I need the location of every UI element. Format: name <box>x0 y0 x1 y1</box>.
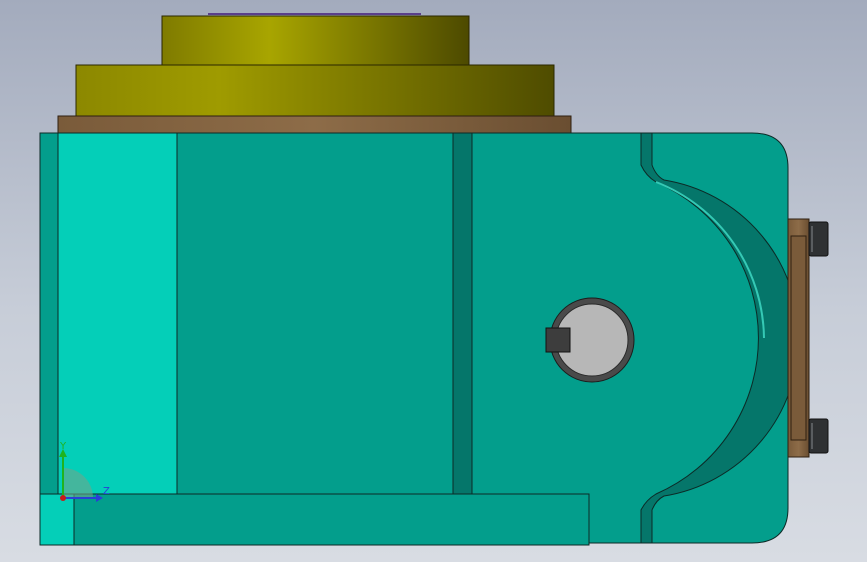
triad-y-label: Y <box>60 441 67 452</box>
cad-graphics-area[interactable]: Y Z <box>0 0 867 562</box>
model-view[interactable] <box>0 0 867 562</box>
front-face-light-lower <box>39 493 75 546</box>
vertical-slot[interactable] <box>452 132 473 495</box>
front-face-light[interactable] <box>57 132 178 495</box>
lower-flange[interactable] <box>75 64 555 117</box>
base-block[interactable] <box>39 493 590 546</box>
triad-x-origin <box>60 495 66 501</box>
bronze-plate[interactable] <box>57 115 572 134</box>
upper-boss[interactable] <box>161 15 470 66</box>
side-plate-inner <box>790 235 807 441</box>
key-block[interactable] <box>545 327 571 353</box>
triad-z-label: Z <box>103 486 110 497</box>
